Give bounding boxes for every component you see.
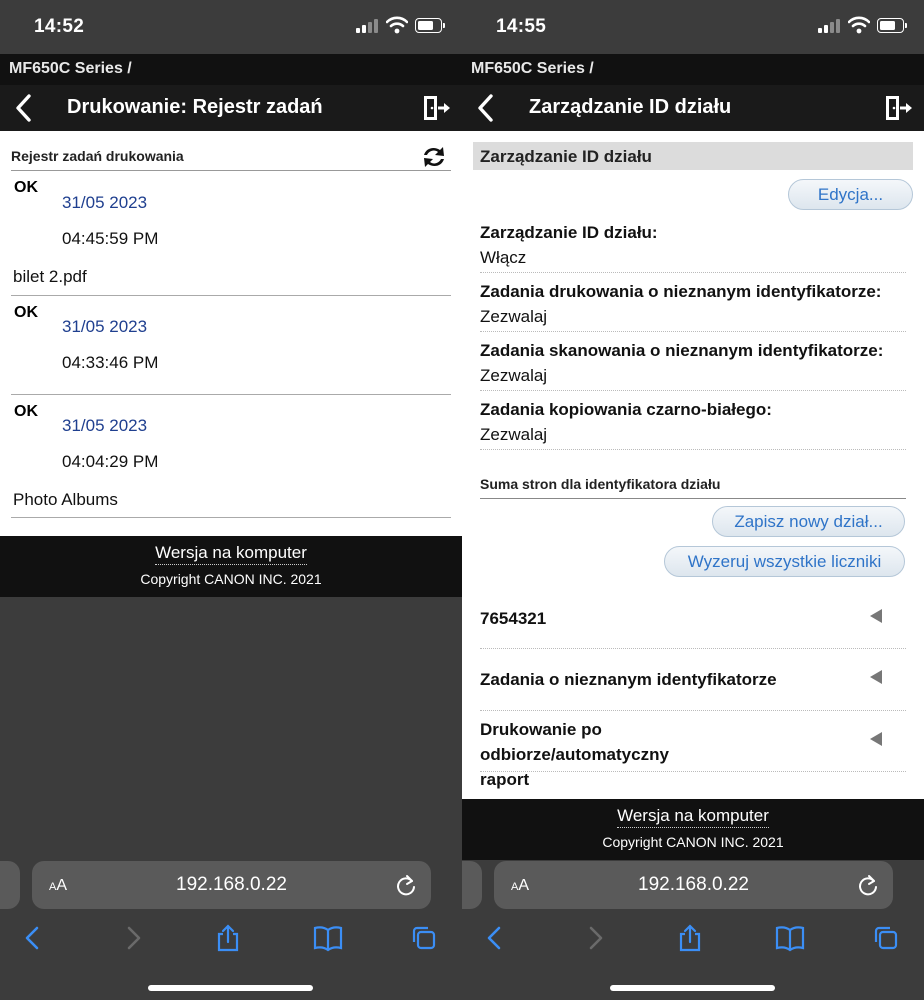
job-row[interactable]: OK 31/05 2023 04:33:46 PM (11, 296, 451, 395)
signal-icon (818, 19, 840, 33)
page-title: Drukowanie: Rejestr zadań (67, 96, 323, 118)
browser-toolbar (0, 918, 462, 958)
status-bar: 14:52 (0, 0, 462, 54)
previous-tab-preview[interactable] (462, 861, 482, 909)
job-status: OK (14, 179, 38, 196)
refresh-icon[interactable] (419, 143, 449, 171)
department-name: Drukowanie po odbiorze/automatyczny rapo… (480, 720, 669, 789)
bookmarks-icon[interactable] (775, 924, 805, 952)
setting-unknown-id-scan: Zadania skanowania o nieznanym identyfik… (480, 341, 906, 391)
department-row[interactable]: Drukowanie po odbiorze/automatyczny rapo… (480, 711, 906, 789)
setting-value: Zezwalaj (480, 307, 548, 326)
section-header: Zarządzanie ID działu (473, 142, 913, 170)
battery-icon (877, 18, 907, 33)
page-footer: Wersja na komputer Copyright CANON INC. … (0, 536, 462, 597)
bookmarks-icon[interactable] (313, 924, 343, 952)
job-status: OK (14, 403, 38, 420)
share-icon[interactable] (677, 924, 703, 952)
department-row[interactable]: 7654321 (480, 589, 906, 649)
dropdown-arrow-icon[interactable] (870, 670, 882, 684)
job-name: bilet 2.pdf (13, 267, 87, 286)
setting-label: Zarządzanie ID działu: (480, 223, 658, 242)
job-time: 04:45:59 PM (62, 229, 159, 248)
wifi-icon (386, 16, 408, 34)
department-id-page: Zarządzanie ID działu Edycja... Zarządza… (462, 131, 924, 799)
setting-dept-id-management: Zarządzanie ID działu: Włącz (480, 223, 906, 273)
back-chevron-icon[interactable] (474, 93, 498, 123)
setting-bw-copy: Zadania kopiowania czarno-białego: Zezwa… (480, 400, 906, 450)
setting-value: Zezwalaj (480, 425, 548, 444)
setting-value: Zezwalaj (480, 366, 548, 385)
signal-icon (356, 19, 378, 33)
copyright-text: Copyright CANON INC. 2021 (140, 571, 322, 587)
tabs-icon[interactable] (873, 924, 899, 952)
setting-unknown-id-print: Zadania drukowania o nieznanym identyfik… (480, 282, 906, 332)
back-icon[interactable] (20, 924, 46, 952)
printer-series-label: MF650C Series / (462, 54, 924, 85)
right-screenshot: 14:55 MF650C Series / Zarządzanie ID dzi… (462, 0, 924, 1000)
job-time: 04:04:29 PM (62, 452, 159, 471)
forward-icon[interactable] (120, 924, 146, 952)
job-row[interactable]: OK 31/05 2023 04:04:29 PM Photo Albums (11, 395, 451, 518)
job-log-header: Rejestr zadań drukowania (11, 143, 451, 171)
desktop-version-link[interactable]: Wersja na komputer (617, 806, 769, 828)
job-date: 31/05 2023 (62, 317, 148, 336)
reload-icon[interactable] (857, 873, 879, 897)
department-name: 7654321 (480, 609, 547, 628)
setting-label: Zadania kopiowania czarno-białego: (480, 400, 772, 419)
setting-label: Zadania drukowania o nieznanym identyfik… (480, 282, 882, 301)
status-time: 14:55 (496, 16, 547, 37)
job-date: 31/05 2023 (62, 416, 148, 435)
job-log-title: Rejestr zadań drukowania (11, 148, 184, 164)
department-row[interactable]: Zadania o nieznanym identyfikatorze (480, 649, 906, 711)
job-log-page: Rejestr zadań drukowania OK 31/05 2023 0… (0, 131, 462, 536)
page-footer: Wersja na komputer Copyright CANON INC. … (462, 799, 924, 860)
job-time: 04:33:46 PM (62, 353, 159, 372)
page-totals-header: Suma stron dla identyfikatora działu (480, 471, 906, 499)
url-text: 192.168.0.22 (176, 874, 287, 895)
logout-icon[interactable] (422, 95, 452, 121)
left-screenshot: 14:52 MF650C Series / Drukowanie: Rejest… (0, 0, 462, 1000)
home-indicator (148, 985, 313, 991)
back-icon[interactable] (482, 924, 508, 952)
previous-tab-preview[interactable] (0, 861, 20, 909)
battery-icon (415, 18, 445, 33)
forward-icon[interactable] (582, 924, 608, 952)
dropdown-arrow-icon[interactable] (870, 732, 882, 746)
setting-value: Włącz (480, 248, 527, 267)
wifi-icon (848, 16, 870, 34)
desktop-version-link[interactable]: Wersja na komputer (155, 543, 307, 565)
status-time: 14:52 (34, 16, 85, 37)
logout-icon[interactable] (884, 95, 914, 121)
tabs-icon[interactable] (411, 924, 437, 952)
back-chevron-icon[interactable] (12, 93, 36, 123)
department-name: Zadania o nieznanym identyfikatorze (480, 670, 777, 689)
printer-series-label: MF650C Series / (0, 54, 462, 85)
job-name: Photo Albums (13, 490, 118, 509)
home-indicator (610, 985, 775, 991)
setting-label: Zadania skanowania o nieznanym identyfik… (480, 341, 884, 360)
job-date: 31/05 2023 (62, 193, 148, 212)
share-icon[interactable] (215, 924, 241, 952)
url-text: 192.168.0.22 (638, 874, 749, 895)
job-status: OK (14, 304, 38, 321)
top-navigation-bar: Drukowanie: Rejestr zadań (0, 85, 462, 131)
register-department-button[interactable]: Zapisz nowy dział... (712, 506, 905, 537)
status-bar: 14:55 (462, 0, 924, 54)
edit-button[interactable]: Edycja... (788, 179, 913, 210)
browser-toolbar (462, 918, 924, 958)
copyright-text: Copyright CANON INC. 2021 (602, 834, 784, 850)
page-title: Zarządzanie ID działu (529, 96, 732, 118)
dropdown-arrow-icon[interactable] (870, 609, 882, 623)
address-bar[interactable]: AA 192.168.0.22 (32, 861, 431, 909)
top-navigation-bar: Zarządzanie ID działu (462, 85, 924, 131)
address-bar[interactable]: AA 192.168.0.22 (494, 861, 893, 909)
job-row[interactable]: OK 31/05 2023 04:45:59 PM bilet 2.pdf (11, 171, 451, 296)
reload-icon[interactable] (395, 873, 417, 897)
reset-counters-button[interactable]: Wyzeruj wszystkie liczniki (664, 546, 905, 577)
